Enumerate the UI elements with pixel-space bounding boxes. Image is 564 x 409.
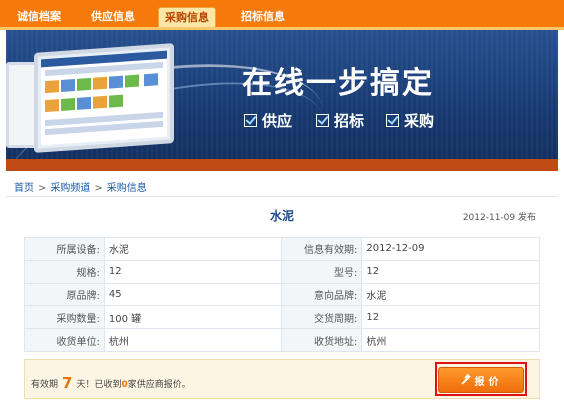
field-value: 12 <box>103 259 283 284</box>
breadcrumb-separator: > <box>38 183 47 194</box>
field-value: 100 罐 <box>103 305 283 330</box>
field-label: 收货单位: <box>24 328 105 352</box>
table-row: 原品牌: 45 意向品牌: 水泥 <box>24 282 540 307</box>
field-value: 12 <box>361 305 540 330</box>
field-value: 12 <box>361 259 540 284</box>
nav-item-supply-info[interactable]: 供应信息 <box>84 8 142 25</box>
laptop-image <box>34 43 174 153</box>
breadcrumb-home[interactable]: 首页 <box>14 183 34 194</box>
nav-item-tender-info[interactable]: 招标信息 <box>234 8 292 25</box>
promo-banner: 在线一步搞定 供应 招标 采购 <box>6 30 558 171</box>
table-row: 所属设备: 水泥 信息有效期: 2012-12-09 <box>24 237 540 261</box>
banner-slogan: 在线一步搞定 <box>242 66 434 101</box>
nav-item-purchase-info[interactable]: 采购信息 <box>158 7 216 28</box>
breadcrumb: 首页 > 采购频道 > 采购信息 <box>14 179 147 194</box>
field-label: 采购数量: <box>24 305 105 330</box>
validity-text: 有效期 7 天！已收到0家供应商报价。 <box>31 374 191 392</box>
field-value: 杭州 <box>103 328 283 352</box>
breadcrumb-purchase-channel[interactable]: 采购频道 <box>50 183 90 194</box>
field-label: 规格: <box>24 259 105 284</box>
field-label: 信息有效期: <box>281 237 363 261</box>
banner-feature-supply: 供应 <box>244 110 292 131</box>
breadcrumb-separator: > <box>94 183 103 194</box>
field-value: 杭州 <box>361 328 540 352</box>
checkbox-icon <box>386 114 399 127</box>
field-label: 意向品牌: <box>281 282 363 307</box>
field-label: 收货地址: <box>281 328 363 352</box>
publish-date: 2012-11-09 发布 <box>462 213 536 223</box>
divider <box>6 196 558 197</box>
breadcrumb-purchase-info[interactable]: 采购信息 <box>107 183 147 194</box>
field-label: 交货周期: <box>281 305 363 330</box>
table-row: 收货单位: 杭州 收货地址: 杭州 <box>24 328 540 352</box>
field-value: 水泥 <box>103 237 283 261</box>
top-nav: 诚信档案 供应信息 采购信息 招标信息 <box>0 0 564 30</box>
field-label: 所属设备: <box>24 237 105 261</box>
table-row: 采购数量: 100 罐 交货周期: 12 <box>24 305 540 330</box>
checkbox-icon <box>244 114 257 127</box>
info-table: 所属设备: 水泥 信息有效期: 2012-12-09 规格: 12 型号: 12… <box>24 237 540 352</box>
field-value: 水泥 <box>361 282 540 307</box>
banner-feature-purchase: 采购 <box>386 110 434 131</box>
field-value: 45 <box>103 282 283 307</box>
field-value: 2012-12-09 <box>361 237 540 261</box>
validity-days: 7 <box>62 374 73 392</box>
field-label: 原品牌: <box>24 282 105 307</box>
nav-item-credit-archive[interactable]: 诚信档案 <box>10 8 68 25</box>
field-label: 型号: <box>281 259 363 284</box>
checkbox-icon <box>316 114 329 127</box>
banner-feature-tender: 招标 <box>316 110 364 131</box>
highlight-box <box>435 362 527 396</box>
table-row: 规格: 12 型号: 12 <box>24 259 540 284</box>
